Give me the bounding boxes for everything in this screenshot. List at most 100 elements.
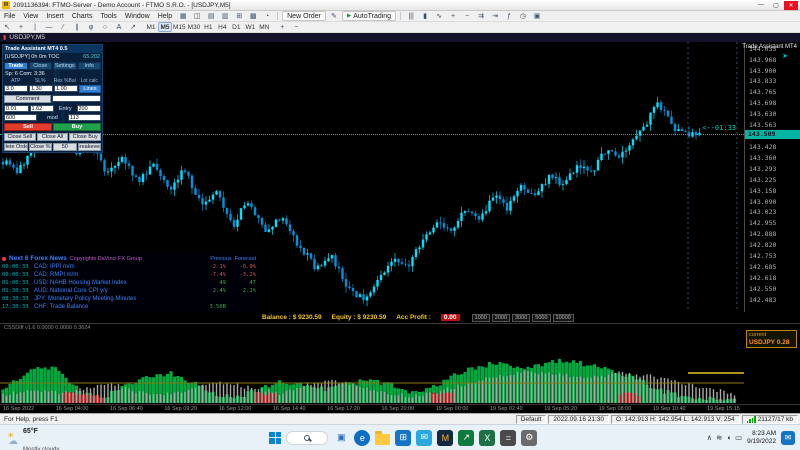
metaeditor-icon[interactable]: ✎ [328, 11, 340, 21]
store-icon[interactable]: ⊞ [395, 430, 411, 446]
risk-percent-field[interactable] [54, 85, 78, 92]
menu-insert[interactable]: Insert [42, 13, 68, 20]
battery-icon[interactable]: ▭ [735, 433, 742, 442]
line-chart-icon[interactable]: ∿ [433, 11, 445, 21]
timeframe-h1[interactable]: H1 [201, 22, 215, 32]
button-close-sell[interactable]: Close Sell [4, 133, 36, 141]
button-breakeven[interactable]: Breakeven [78, 143, 102, 151]
comment-input[interactable] [52, 95, 101, 102]
menu-file[interactable]: File [0, 13, 19, 20]
menu-charts[interactable]: Charts [68, 13, 97, 20]
tray-chevron-icon[interactable]: ∧ [707, 433, 713, 442]
price-scale[interactable]: 144.035143.968143.900143.833143.765143.6… [744, 42, 800, 312]
lot-size-field[interactable] [4, 105, 29, 112]
menu-window[interactable]: Window [121, 13, 154, 20]
settings-icon[interactable]: ⚙ [521, 430, 537, 446]
autotrading-button[interactable]: ▶AutoTrading [342, 11, 396, 21]
templates-icon[interactable]: ▣ [531, 11, 543, 21]
search-button[interactable] [286, 431, 328, 445]
trade-panel-title[interactable]: Trade Assistant MT4 0.5 [3, 45, 102, 53]
risk-value-field[interactable] [30, 105, 55, 112]
data-window-icon[interactable]: ▥ [219, 11, 231, 21]
weather-widget[interactable]: ☀☁ 65°FMostly cloudy [0, 420, 100, 450]
excel-icon[interactable]: X [479, 430, 495, 446]
terminal-icon[interactable]: ▩ [247, 11, 259, 21]
preset-button-1000[interactable]: 1000 [472, 314, 490, 322]
indicator-panel[interactable]: CSSDiff v1.6 0.0000 0.0000 0.3624 curren… [0, 323, 800, 404]
file-explorer-icon[interactable] [375, 434, 390, 445]
mail-icon[interactable]: ✉ [416, 430, 432, 446]
timeframe-h4[interactable]: H4 [215, 22, 229, 32]
timeframe-m1[interactable]: M1 [144, 22, 158, 32]
preset-button-10000[interactable]: 10000 [553, 314, 574, 322]
zoom-out-alt-icon[interactable]: − [290, 22, 302, 32]
trade-panel-tab-close[interactable]: Close [29, 62, 53, 70]
trade-assistant-link[interactable]: Trade Assistant MT4 [742, 44, 797, 50]
menu-help[interactable]: Help [154, 13, 176, 20]
button-close-[interactable]: Close % [29, 143, 53, 151]
time-axis[interactable]: 16 Sep 202216 Sep 04:0016 Sep 06:4016 Se… [0, 404, 800, 413]
trade-assistant-panel[interactable]: Trade Assistant MT4 0.5 [USDJPY] 0h 0m T… [2, 44, 103, 153]
menu-view[interactable]: View [19, 13, 42, 20]
new-order-button[interactable]: New Order [282, 11, 326, 21]
timeframe-m30[interactable]: M30 [187, 22, 202, 32]
vertical-line-icon[interactable]: | [29, 22, 41, 32]
buy-button[interactable]: Buy [53, 123, 101, 131]
crosshair-icon[interactable]: + [15, 22, 27, 32]
chart-area[interactable]: <--01:33 Trade Assistant MT4 0.5 [USDJPY… [0, 42, 744, 312]
zoom-in-icon[interactable]: + [447, 11, 459, 21]
volume-icon[interactable]: ◖ [726, 433, 731, 442]
button-delete-orders[interactable]: Delete Orders [4, 143, 28, 151]
trendline-icon[interactable]: ∕ [57, 22, 69, 32]
maximize-button[interactable]: ▢ [769, 1, 783, 10]
trade-panel-tab-settings[interactable]: Settings [53, 62, 77, 70]
zoom-in-alt-icon[interactable]: + [276, 22, 288, 32]
chart-window-bar[interactable]: ▮ USDJPY,M5 [0, 33, 800, 42]
taskbar-clock[interactable]: 8:23 AM 9/19/2022 [747, 430, 776, 446]
cursor-icon[interactable]: ↖ [1, 22, 13, 32]
notifications-icon[interactable]: ✉ [781, 431, 795, 445]
lines-button[interactable]: Lines [79, 85, 101, 93]
zoom-out-icon[interactable]: − [461, 11, 473, 21]
button-50[interactable]: 50 [53, 143, 77, 151]
atp-field[interactable] [4, 85, 28, 92]
arrow-marker-icon[interactable]: ↗ [127, 22, 139, 32]
strategy-tester-icon[interactable]: ◔ [261, 11, 273, 21]
takeprofit-field[interactable] [68, 114, 101, 121]
edge-icon[interactable]: e [354, 430, 370, 446]
shapes-icon[interactable]: ○ [99, 22, 111, 32]
preset-button-3000[interactable]: 3000 [512, 314, 530, 322]
preset-button-5000[interactable]: 5000 [532, 314, 550, 322]
metatrader-icon[interactable]: M [437, 430, 453, 446]
task-view-icon[interactable]: ▣ [333, 430, 349, 446]
calculator-icon[interactable]: = [500, 430, 516, 446]
profiles-icon[interactable]: ◫ [191, 11, 203, 21]
channel-icon[interactable]: ∥ [71, 22, 83, 32]
timeframe-d1[interactable]: D1 [229, 22, 243, 32]
button-close-all[interactable]: Close All [37, 133, 69, 141]
periods-icon[interactable]: ◷ [517, 11, 529, 21]
assistant-arrow-icon[interactable]: ➤ [782, 52, 788, 60]
fibonacci-icon[interactable]: φ [85, 22, 97, 32]
chart-app-icon[interactable]: ↗ [458, 430, 474, 446]
auto-scroll-icon[interactable]: ⇉ [475, 11, 487, 21]
bar-chart-icon[interactable]: ||| [405, 11, 417, 21]
trade-panel-tab-info[interactable]: Info [78, 62, 102, 70]
preset-button-2000[interactable]: 2000 [492, 314, 510, 322]
horizontal-line-icon[interactable]: — [43, 22, 55, 32]
new-chart-icon[interactable]: ▦ [177, 11, 189, 21]
close-button[interactable]: ✕ [784, 1, 798, 10]
text-icon[interactable]: A [113, 22, 125, 32]
profile-selector[interactable]: Default [516, 415, 547, 424]
sell-button[interactable]: Sell [4, 123, 52, 131]
network-icon[interactable]: ≋ [716, 433, 722, 442]
sl-percent-field[interactable] [29, 85, 53, 92]
menu-tools[interactable]: Tools [96, 13, 120, 20]
navigator-icon[interactable]: ⊞ [233, 11, 245, 21]
indicators-icon[interactable]: ƒ [503, 11, 515, 21]
trade-panel-tab-trade[interactable]: Trade [4, 62, 28, 70]
stoploss-field[interactable] [4, 114, 37, 121]
timeframe-m15[interactable]: M15 [172, 22, 187, 32]
timeframe-m5[interactable]: M5 [158, 22, 172, 32]
minimize-button[interactable]: — [754, 1, 768, 10]
